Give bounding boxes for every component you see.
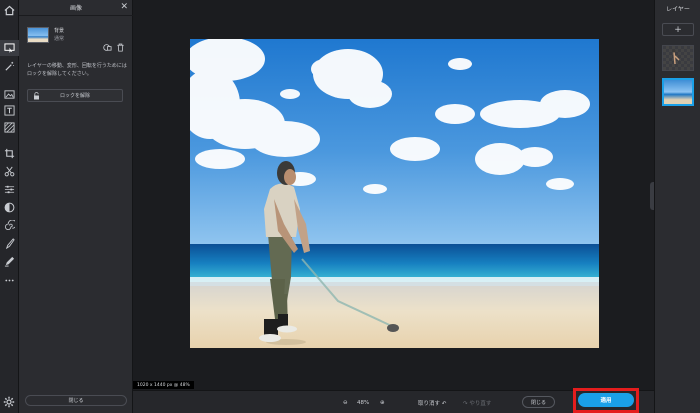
zoom-level[interactable]: 48% xyxy=(357,391,369,413)
unlock-layer-button[interactable]: ロックを解除 xyxy=(27,89,123,102)
bottom-toolbar: ⊖ 48% ⊕ 取り消す ↶ ↷ やり直す 閉じる 適用 xyxy=(133,388,654,413)
adjust-sliders-icon[interactable] xyxy=(0,181,19,197)
golfer-layer-thumbnail xyxy=(672,49,680,65)
close-panel-button[interactable]: 閉じる xyxy=(25,395,127,406)
undo-button[interactable]: 取り消す ↶ xyxy=(418,391,446,413)
lock-icon xyxy=(34,92,39,100)
image-size-label: 1020 x 1440 px @ 48% xyxy=(133,381,194,389)
layer-blend-mode[interactable]: 通常 xyxy=(54,35,64,42)
more-tools-icon[interactable] xyxy=(0,272,19,288)
duplicate-layer-icon[interactable] xyxy=(103,43,112,52)
retouch-pen-icon[interactable] xyxy=(0,253,19,269)
cutout-scissors-icon[interactable] xyxy=(0,163,19,179)
brush-icon[interactable] xyxy=(0,235,19,251)
settings-gear-icon[interactable] xyxy=(3,396,15,408)
layer-name: 背景 xyxy=(54,28,65,34)
layer-card-background[interactable] xyxy=(662,78,694,106)
layer-card-golfer[interactable] xyxy=(662,45,694,71)
photo-editor-window: 画像 ✕ 背景 通常 レイヤーの移動、変形、回転を行うためにはロックを解除してく… xyxy=(0,0,700,413)
crop-icon[interactable] xyxy=(0,145,19,161)
panel-title: 画像 ✕ xyxy=(19,0,133,16)
layer-thumbnail xyxy=(27,27,49,43)
zoom-out-icon[interactable]: ⊖ xyxy=(343,391,348,413)
filter-effects-icon[interactable] xyxy=(0,199,19,215)
close-button[interactable]: 閉じる xyxy=(522,396,555,408)
beach-golfer-photo xyxy=(190,39,599,348)
image-adjust-icon[interactable] xyxy=(0,86,19,102)
home-icon[interactable] xyxy=(0,2,19,18)
tool-strip xyxy=(0,0,19,413)
text-tool-icon[interactable] xyxy=(0,102,19,118)
image-properties-panel: 画像 ✕ 背景 通常 レイヤーの移動、変形、回転を行うためにはロックを解除してく… xyxy=(19,0,133,413)
pattern-tool-icon[interactable] xyxy=(0,119,19,135)
arrange-tool-icon[interactable] xyxy=(0,40,19,56)
canvas-area[interactable]: 1020 x 1440 px @ 48% xyxy=(133,0,654,390)
photo-canvas[interactable] xyxy=(190,39,599,348)
liquify-swirl-icon[interactable] xyxy=(0,217,19,233)
unlock-label: ロックを解除 xyxy=(59,93,90,99)
add-layer-button[interactable]: + xyxy=(662,23,694,36)
layers-panel: レイヤー + xyxy=(654,0,700,413)
unlock-instructions: レイヤーの移動、変形、回転を行うためにはロックを解除してください。 xyxy=(27,63,127,77)
apply-button[interactable]: 適用 xyxy=(578,393,634,407)
close-icon[interactable]: ✕ xyxy=(120,2,128,13)
redo-button[interactable]: ↷ やり直す xyxy=(463,391,491,413)
magic-wand-icon[interactable] xyxy=(0,58,19,74)
trash-icon[interactable] xyxy=(116,43,125,52)
panel-title-text: 画像 xyxy=(69,5,82,12)
layers-title: レイヤー xyxy=(666,5,690,13)
zoom-in-icon[interactable]: ⊕ xyxy=(380,391,385,413)
